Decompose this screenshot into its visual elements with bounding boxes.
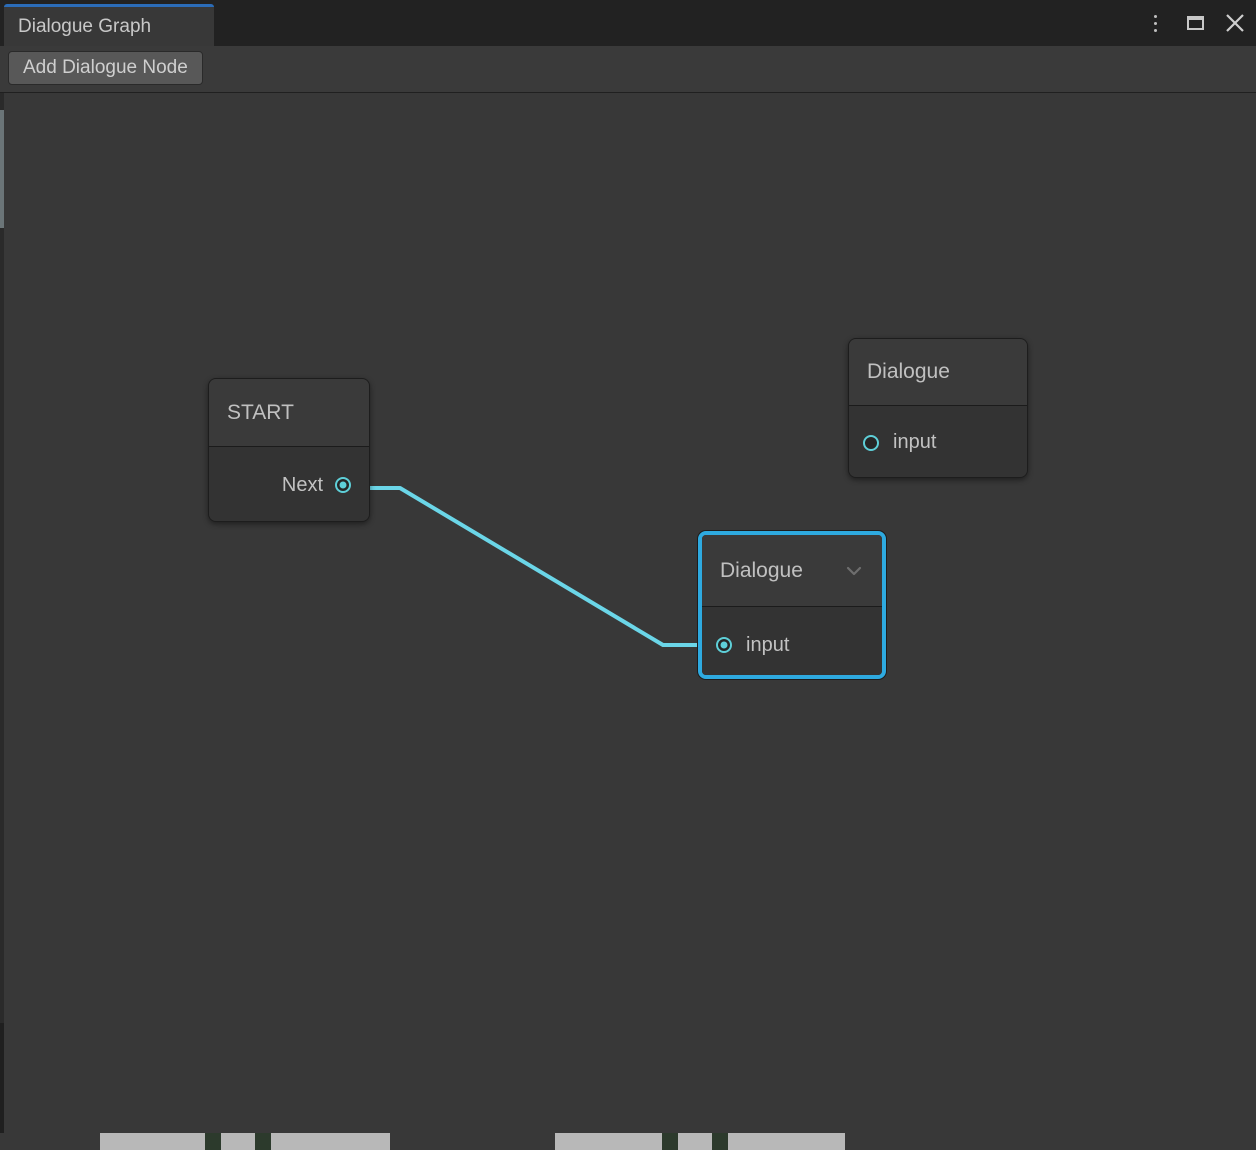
maximize-icon [1186, 16, 1204, 30]
node-title-bar[interactable]: Dialogue [849, 339, 1027, 406]
node-title-bar[interactable]: Dialogue [702, 535, 882, 607]
node-title-label: START [227, 400, 294, 424]
kebab-icon [1153, 13, 1157, 34]
port-connector-input[interactable] [716, 637, 732, 653]
graph-node-dialogue-2[interactable]: Dialogue input [698, 531, 886, 679]
bottom-chip-0 [0, 1133, 100, 1150]
tab-dialogue-graph[interactable]: Dialogue Graph [4, 4, 214, 46]
left-rail [0, 93, 4, 1143]
bottom-chip-1 [205, 1133, 221, 1150]
node-title-label: Dialogue [867, 360, 950, 383]
vertical-scrollbar-thumb[interactable] [0, 110, 4, 228]
close-icon [1226, 14, 1244, 32]
window-controls [1142, 0, 1248, 46]
graph-edge-0[interactable] [341, 486, 702, 647]
graph-canvas[interactable]: START Next Dialogue input Dialogue input [0, 93, 1256, 1133]
tab-label: Dialogue Graph [18, 15, 152, 37]
close-button[interactable] [1222, 10, 1248, 36]
graph-node-dialogue-1[interactable]: Dialogue input [848, 338, 1028, 478]
graph-toolbar: Add Dialogue Node [0, 46, 1256, 93]
bottom-chip-2 [255, 1133, 271, 1150]
edge-layer [341, 486, 702, 647]
kebab-menu-button[interactable] [1142, 10, 1168, 36]
port-row-input: input [849, 406, 1027, 477]
dialogue-graph-window: Dialogue Graph Add Dialogue Node START N… [0, 0, 1256, 1150]
bottom-chip-3 [390, 1133, 555, 1150]
left-rail-segment-1 [0, 1023, 4, 1143]
port-label: input [893, 431, 937, 453]
port-label: Next [281, 473, 323, 496]
port-row-output: Next [209, 447, 369, 521]
node-body: input [702, 607, 882, 675]
graph-node-start[interactable]: START Next [208, 378, 370, 522]
bottom-chip-5 [712, 1133, 728, 1150]
port-connector-output[interactable] [335, 477, 351, 493]
node-body: Next [209, 447, 369, 521]
node-title-bar[interactable]: START [209, 379, 369, 447]
bottom-chip-4 [662, 1133, 678, 1150]
bottom-chip-6 [845, 1133, 1256, 1150]
chevron-down-icon[interactable] [844, 561, 864, 581]
port-connector-input[interactable] [863, 434, 879, 451]
bottom-overflow-strip [0, 1133, 1256, 1150]
node-title-label: Dialogue [720, 558, 803, 582]
maximize-button[interactable] [1182, 10, 1208, 36]
port-row-input: input [702, 607, 882, 675]
tab-bar: Dialogue Graph [0, 0, 1256, 46]
port-label: input [746, 633, 790, 656]
node-body: input [849, 406, 1027, 477]
add-dialogue-node-button[interactable]: Add Dialogue Node [8, 51, 203, 85]
